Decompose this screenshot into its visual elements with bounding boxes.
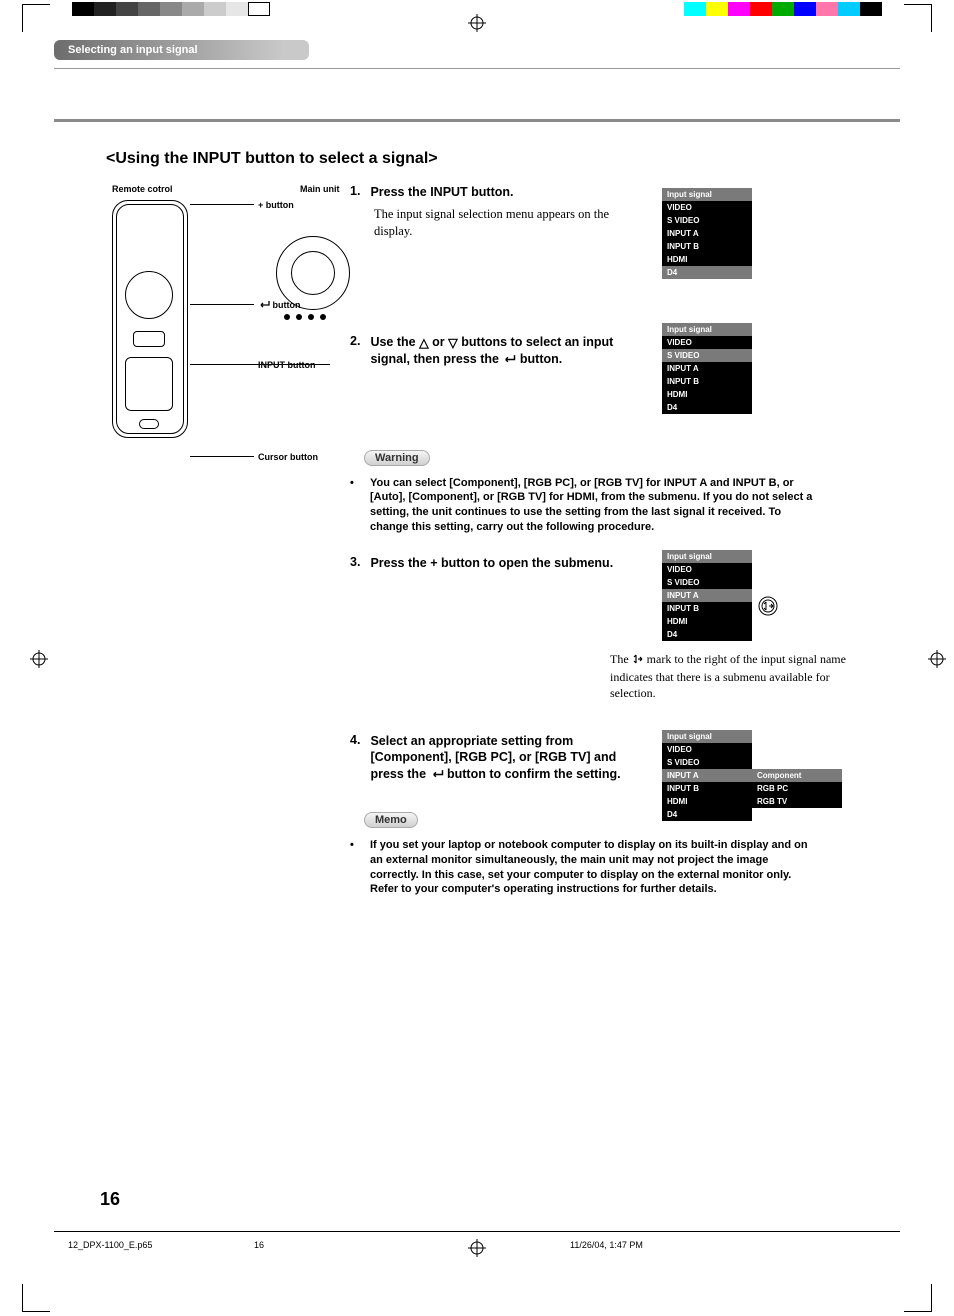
crop-mark-icon: [22, 4, 50, 32]
page-number: 16: [100, 1189, 120, 1210]
table-row-selected: INPUT A: [662, 589, 752, 602]
divider: [54, 68, 900, 69]
table-row-selected: INPUT A: [662, 769, 752, 782]
submenu-option: RGB TV: [752, 795, 842, 808]
crop-mark-icon: [904, 1284, 932, 1312]
plus-button-label: + button: [258, 200, 294, 210]
table-row: D4: [662, 628, 752, 641]
main-unit-leds: [284, 314, 326, 320]
step-4: 4. Select an appropriate setting from [C…: [350, 733, 646, 784]
enter-icon: [502, 353, 516, 369]
page-content: Selecting an input signal <Using the INP…: [54, 40, 900, 897]
steps-column: 1. Press the INPUT button. The input sig…: [350, 184, 646, 897]
input-button-label: INPUT button: [258, 360, 316, 370]
step-2: 2. Use the △ or ▽ buttons to select an i…: [350, 334, 646, 370]
enter-icon: [258, 300, 270, 312]
enter-icon: [430, 768, 444, 784]
submenu-mark-icon: [632, 653, 644, 669]
table-row: VIDEO: [662, 201, 752, 214]
table-row: INPUT A: [662, 227, 752, 240]
cursor-button-label: Cursor button: [258, 452, 318, 462]
remote-label: Remote cotrol: [112, 184, 173, 194]
table-row: D4: [662, 401, 752, 414]
step-1: 1. Press the INPUT button. The input sig…: [350, 184, 646, 240]
main-unit-control-icon: [276, 236, 350, 310]
table-row: HDMI: [662, 795, 752, 808]
submenu-note: The mark to the right of the input signa…: [610, 651, 850, 702]
table-header: Input signal: [662, 188, 752, 201]
table-header: Input signal: [662, 550, 752, 563]
table-header: Input signal: [662, 323, 752, 336]
color-blocks: [684, 2, 882, 16]
tables-column: Input signal VIDEO S VIDEO INPUT A INPUT…: [646, 184, 900, 897]
step-title: Select an appropriate setting from [Comp…: [370, 733, 646, 784]
leader-line: [190, 456, 254, 457]
divider: [54, 119, 900, 122]
remote-diagram: Remote cotrol Main unit + button button …: [106, 184, 350, 484]
table-row: VIDEO: [662, 563, 752, 576]
step-number: 1.: [350, 184, 360, 200]
step-title: Press the + button to open the submenu.: [370, 555, 646, 571]
crop-mark-icon: [22, 1284, 50, 1312]
input-signal-table-4: Input signal VIDEO S VIDEO INPUT ACompon…: [662, 730, 842, 821]
section-tab: Selecting an input signal: [54, 40, 309, 60]
input-signal-table-2: Input signal VIDEO S VIDEO INPUT A INPUT…: [662, 323, 752, 414]
table-row: VIDEO: [662, 743, 752, 756]
table-row: S VIDEO: [662, 576, 752, 589]
main-unit-label: Main unit: [300, 184, 340, 194]
registration-mark-icon: [468, 14, 486, 37]
memo-label: Memo: [364, 812, 418, 828]
page-title: <Using the INPUT button to select a sign…: [106, 150, 900, 168]
table-row: INPUT B: [662, 782, 752, 795]
warning-label: Warning: [364, 450, 430, 466]
table-row: INPUT A: [662, 362, 752, 375]
registration-mark-icon: [30, 650, 48, 673]
step-number: 2.: [350, 334, 360, 370]
table-row: D4: [662, 266, 752, 279]
table-row: HDMI: [662, 388, 752, 401]
leader-line: [190, 364, 330, 365]
footer-divider: [54, 1231, 900, 1232]
table-header: Input signal: [662, 730, 752, 743]
footer-date: 11/26/04, 1:47 PM: [570, 1240, 643, 1250]
grayscale-blocks: [72, 2, 270, 16]
triangle-up-icon: △: [419, 335, 429, 351]
step-3: 3. Press the + button to open the submen…: [350, 555, 646, 571]
table-row: INPUT B: [662, 602, 752, 615]
remote-control-icon: [112, 200, 188, 438]
table-row: S VIDEO: [662, 756, 752, 769]
table-row: INPUT B: [662, 240, 752, 253]
table-row: D4: [662, 808, 752, 821]
registration-mark-icon: [468, 1239, 486, 1262]
table-row: INPUT B: [662, 375, 752, 388]
footer-page: 16: [254, 1240, 264, 1250]
step-title: Press the INPUT button.: [370, 184, 646, 200]
registration-mark-icon: [928, 650, 946, 673]
step-title: Use the △ or ▽ buttons to select an inpu…: [370, 334, 646, 370]
leader-line: [190, 304, 254, 305]
input-signal-table-1: Input signal VIDEO S VIDEO INPUT A INPUT…: [662, 188, 752, 279]
input-signal-table-3: Input signal VIDEO S VIDEO INPUT A INPUT…: [662, 550, 752, 641]
table-row: VIDEO: [662, 336, 752, 349]
leader-line: [190, 204, 254, 205]
submenu-option: RGB PC: [752, 782, 842, 795]
step-number: 4.: [350, 733, 360, 784]
submenu-option-selected: Component: [752, 769, 842, 782]
table-row: HDMI: [662, 615, 752, 628]
step-body: The input signal selection menu appears …: [374, 206, 646, 240]
table-row: S VIDEO: [662, 214, 752, 227]
crop-mark-icon: [904, 4, 932, 32]
step-number: 3.: [350, 555, 360, 571]
table-row-selected: S VIDEO: [662, 349, 752, 362]
footer-file: 12_DPX-1100_E.p65: [68, 1240, 152, 1250]
submenu-indicator-icon: [758, 596, 778, 621]
triangle-down-icon: ▽: [448, 335, 458, 351]
table-row: HDMI: [662, 253, 752, 266]
